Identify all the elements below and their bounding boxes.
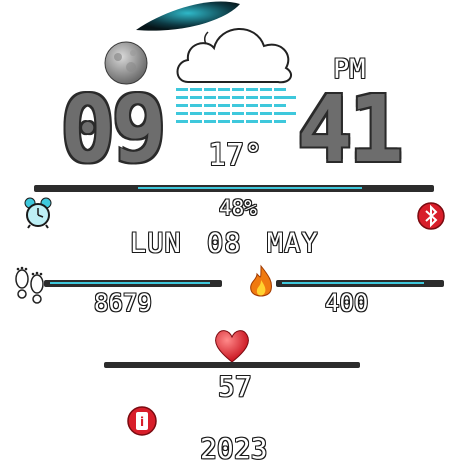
battery-bar-fill xyxy=(138,187,362,189)
day-of-week: LUN xyxy=(130,228,182,259)
year-label: 2023 xyxy=(200,432,268,465)
steps-bar-fill xyxy=(50,282,210,284)
svg-text:i: i xyxy=(140,415,144,429)
info-icon[interactable]: i xyxy=(126,404,158,438)
day-of-month: 08 xyxy=(207,228,242,259)
cloud-icon xyxy=(176,28,293,84)
calories-bar xyxy=(276,280,444,287)
date-row: LUN 08 MAY xyxy=(130,228,340,259)
calories-value: 400 xyxy=(325,289,369,317)
heart-rate-value: 57 xyxy=(218,370,252,403)
month: MAY xyxy=(266,228,319,259)
heart-icon[interactable] xyxy=(213,328,251,364)
battery-percent-label: 48% xyxy=(219,196,257,220)
time-separator-dashes xyxy=(176,88,296,123)
steps-bar xyxy=(44,280,222,287)
temperature-label: 17° xyxy=(208,138,263,173)
battery-bar xyxy=(34,185,434,192)
calories-bar-fill xyxy=(282,282,424,284)
flame-icon[interactable] xyxy=(247,264,275,300)
heart-rate-bar xyxy=(104,362,360,368)
hours-digits: 09 xyxy=(60,76,167,183)
footprints-icon[interactable] xyxy=(12,266,48,304)
steps-value: 8679 xyxy=(94,289,152,317)
alarm-clock-icon[interactable] xyxy=(23,197,53,229)
bluetooth-icon[interactable] xyxy=(416,201,446,231)
minutes-digits: 41 xyxy=(297,76,404,183)
